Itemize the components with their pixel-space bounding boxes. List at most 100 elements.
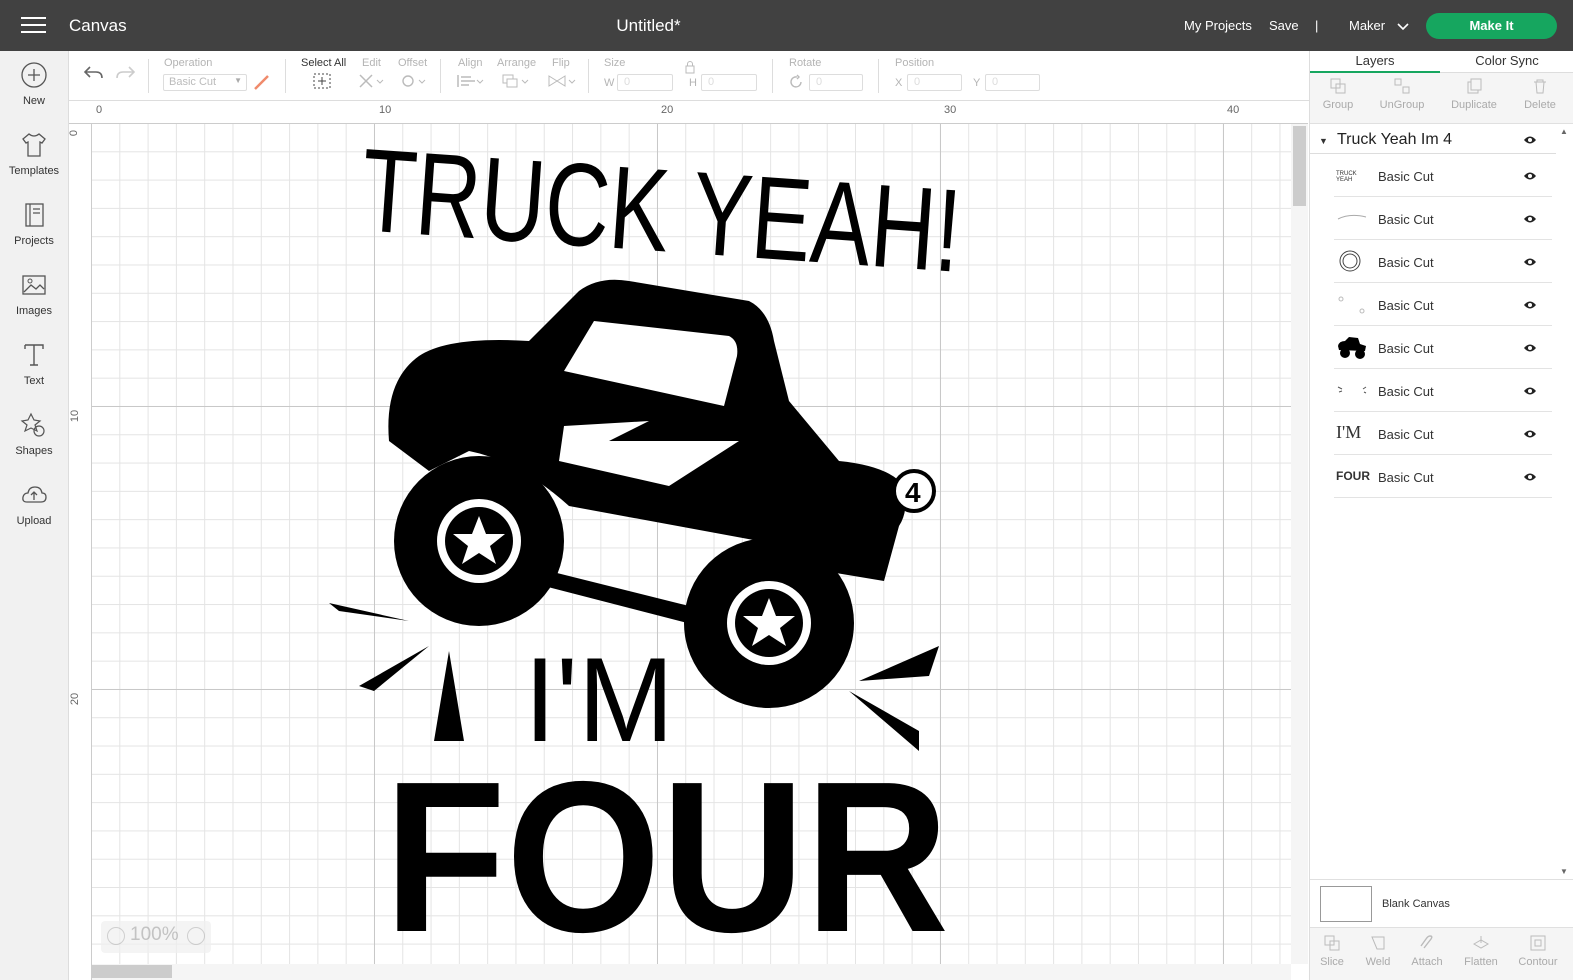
y-input[interactable]: 0 [985,74,1040,91]
layer-name: Basic Cut [1378,341,1434,356]
text-icon [24,344,44,366]
layer-thumbnail [1337,214,1367,220]
layer-name: Basic Cut [1378,212,1434,227]
eye-icon[interactable] [1523,171,1537,181]
nav-text-label: Text [23,375,45,387]
select-all-icon[interactable] [313,73,331,89]
layer-row[interactable]: I'M Basic Cut [1334,412,1552,455]
rotate-input[interactable]: 0 [809,74,863,91]
attach-button[interactable]: Attach [1397,934,1457,968]
nav-images[interactable]: Images [0,271,68,333]
layer-row[interactable]: Basic Cut [1334,369,1552,412]
topbar-divider: | [1315,18,1319,33]
nav-shapes[interactable]: Shapes [0,411,68,473]
truck-yeah-design[interactable]: TRUCK YEAH! 4 I'M FOUR [329,141,989,941]
layer-row[interactable]: Basic Cut [1334,197,1552,240]
zoom-control: 100% [101,921,211,953]
align-label: Align [458,57,483,69]
save-button[interactable]: Save [1269,18,1299,33]
pen-color-icon[interactable] [253,73,271,91]
operation-select[interactable]: Basic Cut ▼ [163,74,247,91]
zoom-out-icon[interactable] [107,927,125,945]
scissors-icon[interactable] [358,73,384,89]
weld-label: Weld [1365,956,1391,968]
x-input[interactable]: 0 [907,74,962,91]
scroll-thumb[interactable] [1293,126,1306,206]
ruler-top-tick: 0 [96,104,103,116]
eye-icon[interactable] [1523,135,1537,145]
arrange-icon[interactable] [501,73,529,89]
nav-upload[interactable]: Upload [0,481,68,543]
position-label: Position [895,57,935,69]
collapse-caret-icon[interactable]: ▼ [1319,136,1328,146]
contour-button[interactable]: Contour [1508,934,1568,968]
layer-row[interactable]: TRUCK YEAH Basic Cut [1334,154,1552,197]
my-projects-link[interactable]: My Projects [1184,18,1252,33]
eye-icon[interactable] [1523,386,1537,396]
nav-templates[interactable]: Templates [0,131,68,193]
width-input[interactable]: 0 [617,74,673,91]
layer-row[interactable]: FOUR Basic Cut [1334,455,1552,498]
design-canvas[interactable]: 0 10 20 30 40 0 10 20 TRUCK YEAH! 4 I'M … [69,101,1308,980]
layer-thumbnail: I'M [1336,422,1362,442]
make-it-button[interactable]: Make It [1426,13,1557,39]
delete-button[interactable]: Delete [1510,77,1570,111]
redo-icon[interactable] [115,64,137,82]
chevron-down-icon [1397,22,1409,30]
eye-icon[interactable] [1523,343,1537,353]
plus-circle-icon [21,62,47,88]
blank-canvas-row[interactable]: Blank Canvas [1310,879,1573,927]
y-value: 0 [992,76,999,88]
duplicate-button[interactable]: Duplicate [1444,77,1504,111]
group-button[interactable]: Group [1308,77,1368,111]
select-all-label: Select All [301,57,347,69]
flip-icon[interactable] [547,73,577,89]
ungroup-button[interactable]: UnGroup [1372,77,1432,111]
layer-thumbnail [1337,386,1367,394]
undo-icon[interactable] [82,64,104,82]
layer-row[interactable]: Basic Cut [1334,283,1552,326]
canvas-vertical-scrollbar[interactable] [1291,124,1308,964]
contour-label: Contour [1518,956,1558,968]
layer-name: Basic Cut [1378,427,1434,442]
eye-icon[interactable] [1523,300,1537,310]
flatten-button[interactable]: Flatten [1451,934,1511,968]
ruler-top: 0 10 20 30 40 [69,101,1308,124]
height-input[interactable]: 0 [701,74,757,91]
rotate-icon [790,74,802,88]
eye-icon[interactable] [1523,257,1537,267]
layer-thumbnail [1339,250,1361,272]
height-value: 0 [708,76,715,88]
eye-icon[interactable] [1523,472,1537,482]
scroll-down-icon[interactable]: ▼ [1560,867,1568,876]
machine-select[interactable]: Maker [1349,18,1409,33]
align-icon[interactable] [456,73,484,89]
eye-icon[interactable] [1523,429,1537,439]
nav-text[interactable]: Text [0,341,68,403]
layer-row[interactable]: Basic Cut [1334,240,1552,283]
offset-icon[interactable] [400,73,426,89]
blank-canvas-swatch[interactable] [1320,886,1372,922]
layer-name: Basic Cut [1378,384,1434,399]
layer-group-row[interactable]: ▼ Truck Yeah Im 4 [1310,127,1556,154]
zoom-level: 100% [130,924,179,945]
flatten-label: Flatten [1464,956,1498,968]
delete-label: Delete [1524,99,1556,111]
weld-icon [1371,936,1385,950]
nav-new[interactable]: New [0,61,68,123]
edit-label: Edit [362,57,381,69]
lock-icon[interactable] [684,60,696,74]
tab-layers[interactable]: Layers [1310,51,1440,73]
layers-scrollbar[interactable]: ▲ ▼ [1556,127,1572,879]
eye-icon[interactable] [1523,214,1537,224]
tab-color-sync[interactable]: Color Sync [1440,51,1573,73]
ruler-top-tick: 30 [944,104,957,116]
layer-row[interactable]: Basic Cut [1334,326,1552,369]
nav-projects[interactable]: Projects [0,201,68,263]
zoom-in-icon[interactable] [187,927,205,945]
scroll-thumb[interactable] [92,965,172,978]
separator [148,59,149,93]
scroll-up-icon[interactable]: ▲ [1560,127,1568,136]
edit-bar: Operation Basic Cut ▼ Select All Edit Of… [69,51,1309,101]
canvas-horizontal-scrollbar[interactable] [92,964,1291,980]
